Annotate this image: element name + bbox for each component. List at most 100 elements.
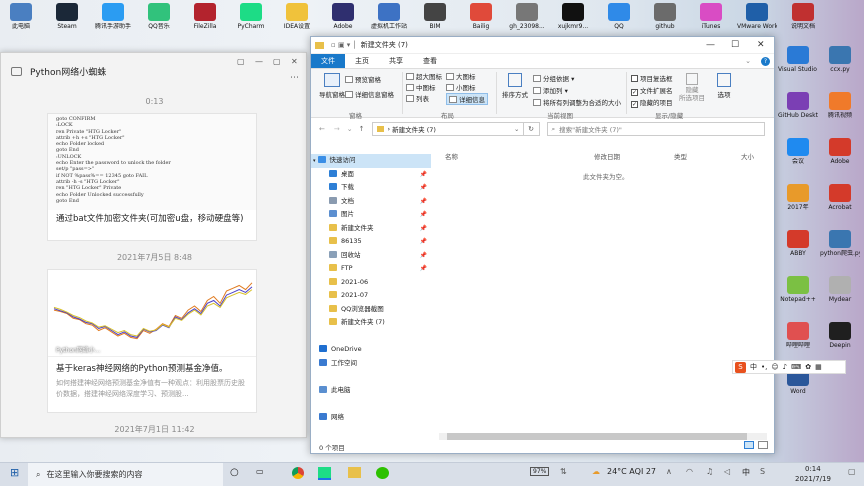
weather-text[interactable]: 24°C AQI 27 <box>607 467 656 476</box>
close-icon[interactable]: ✕ <box>757 40 765 50</box>
back-icon[interactable]: ← <box>319 125 325 133</box>
desktop-icon[interactable]: IDEA设置 <box>277 3 317 30</box>
desktop-icon[interactable]: Adobe <box>323 3 363 30</box>
nav-item[interactable]: 2021-06 <box>311 276 431 290</box>
tab-share[interactable]: 共享 <box>379 54 413 68</box>
desktop-icon[interactable]: 腾讯视频 <box>820 92 860 119</box>
nav-item[interactable]: 下载 📌 <box>311 181 431 195</box>
minimize-icon[interactable]: — <box>255 57 263 66</box>
large-icons-view-icon[interactable] <box>758 441 768 449</box>
windows-start-icon[interactable]: ⊞ <box>10 466 19 479</box>
checkbox-items[interactable]: 项目复选框 <box>631 73 673 83</box>
desktop-icon[interactable]: 腾讯手游助手 <box>93 3 133 30</box>
nav-item[interactable]: 新建文件夹 📌 <box>311 222 431 236</box>
nav-item[interactable]: 网络 <box>311 411 431 425</box>
layout-medium-icons[interactable]: 中图标 <box>406 82 436 92</box>
pycharm-icon[interactable] <box>318 467 331 480</box>
sort-button[interactable]: 排序方式 <box>500 73 530 99</box>
desktop-icon[interactable]: ABBY <box>778 230 818 257</box>
pin-icon[interactable]: ▢ <box>237 57 245 66</box>
details-view-icon[interactable] <box>744 441 754 449</box>
ime-mode[interactable]: 中 <box>750 362 757 372</box>
nav-item[interactable]: 此电脑 <box>311 384 431 398</box>
desktop-icon[interactable]: BIM <box>415 3 455 30</box>
widgets-icon[interactable]: ▭ <box>256 467 264 476</box>
skin-icon[interactable]: ✿ <box>805 363 811 371</box>
desktop-icon[interactable]: Mydear <box>820 276 860 303</box>
desktop-icon[interactable]: Steam <box>47 3 87 30</box>
desktop-icon[interactable]: GitHub Desktop <box>778 92 818 119</box>
column-date[interactable]: 修改日期 <box>594 151 620 161</box>
address-bar[interactable]: › 新建文件夹 (7) ⌄ <box>371 122 524 136</box>
nav-item[interactable]: 图片 📌 <box>311 208 431 222</box>
volume-icon[interactable]: ◁ <box>724 467 730 476</box>
quick-access-toolbar[interactable]: ▫ ▣ ▾ │ <box>331 41 357 49</box>
layout-small-icons[interactable]: 小图标 <box>446 82 476 92</box>
punct-icon[interactable]: •, <box>761 363 767 371</box>
nav-item[interactable]: 桌面 📌 <box>311 168 431 182</box>
recent-icon[interactable]: ⌄ <box>347 125 353 133</box>
desktop-icon[interactable]: 此电脑 <box>1 3 41 30</box>
desktop-icon[interactable]: gh_23098... <box>507 3 547 30</box>
refresh-button[interactable]: ↻ <box>523 122 540 136</box>
layout-xl-icons[interactable]: 超大图标 <box>406 71 442 81</box>
ime-s-icon[interactable]: S <box>760 467 765 476</box>
file-explorer-icon[interactable] <box>348 467 361 478</box>
help-icon[interactable]: ? <box>761 56 770 66</box>
desktop-icon[interactable]: Notepad++ <box>778 276 818 303</box>
nav-item[interactable]: QQ浏览器截图 <box>311 303 431 317</box>
emoji-icon[interactable]: ☺ <box>771 363 778 371</box>
search-input[interactable]: ⌕ 搜索"新建文件夹 (7)" <box>546 122 765 136</box>
up-icon[interactable]: ↑ <box>359 125 365 133</box>
task-view-icon[interactable]: ○ <box>230 467 239 478</box>
search-box[interactable]: ⌕ 在这里输入你要搜索的内容 <box>28 463 223 486</box>
notifications-icon[interactable]: ▢ <box>848 467 856 476</box>
desktop-icon[interactable]: iTunes <box>691 3 731 30</box>
desktop-icon[interactable]: 2017年 <box>778 184 818 211</box>
fit-columns-button[interactable]: 将所有列调整为合适的大小 <box>533 97 621 107</box>
nav-item[interactable]: 工作空间 <box>311 357 431 371</box>
maximize-icon[interactable]: ☐ <box>731 40 739 50</box>
chevron-down-icon[interactable]: ▾ <box>313 158 316 164</box>
more-icon[interactable]: ⋯ <box>290 73 299 83</box>
desktop-icon[interactable]: 哔哩哔哩 <box>778 322 818 349</box>
mic-icon[interactable]: ♪ <box>783 363 787 371</box>
desktop-icon[interactable]: python爬虫.py <box>820 230 860 257</box>
details-pane-button[interactable]: 详细信息窗格 <box>345 89 394 99</box>
maximize-icon[interactable]: ▢ <box>273 57 281 66</box>
add-column-button[interactable]: 添加列 ▾ <box>533 85 568 95</box>
desktop-icon[interactable]: PyCharm <box>231 3 271 30</box>
desktop-icon[interactable]: FileZilla <box>185 3 225 30</box>
nav-item[interactable]: FTP 📌 <box>311 262 431 276</box>
ime-toolbar[interactable]: S 中 •, ☺ ♪ ⌨ ✿ ▦ <box>732 360 846 374</box>
nav-pane-button[interactable]: 导航窗格 <box>317 73 347 99</box>
nav-item[interactable]: 2021-07 <box>311 289 431 303</box>
group-by-button[interactable]: 分组依据 ▾ <box>533 73 574 83</box>
desktop-icon[interactable]: github <box>645 3 685 30</box>
desktop-icon[interactable]: 会议 <box>778 138 818 165</box>
desktop-icon[interactable]: Acrobat <box>820 184 860 211</box>
desktop-icon[interactable]: QQ <box>599 3 639 30</box>
layout-large-icons[interactable]: 大图标 <box>446 71 476 81</box>
clock-date[interactable]: 2021/7/19 <box>795 475 831 483</box>
column-name[interactable]: 名称 <box>445 151 458 161</box>
wechat-icon[interactable] <box>376 467 389 479</box>
wifi-icon[interactable]: ◠ <box>686 467 693 476</box>
desktop-icon[interactable]: Deepin <box>820 322 860 349</box>
chrome-icon[interactable] <box>292 467 304 479</box>
article-card-bat[interactable]: goto CONFIRM:LOCK ren Private "HTG Locker… <box>47 113 257 241</box>
forward-icon[interactable]: → <box>334 125 340 133</box>
menu-icon[interactable]: ▦ <box>815 363 822 371</box>
layout-list[interactable]: 列表 <box>406 93 429 103</box>
nav-item[interactable]: 文档 📌 <box>311 195 431 209</box>
options-button[interactable]: 选项 <box>711 73 737 99</box>
column-size[interactable]: 大小 <box>741 151 754 161</box>
minimize-icon[interactable]: — <box>706 40 715 50</box>
preview-pane-button[interactable]: 预览窗格 <box>345 74 381 84</box>
article-title[interactable]: 基于keras神经网络的Python预测基金净值。 <box>48 357 256 378</box>
path-segment[interactable]: 新建文件夹 (7) <box>392 124 436 134</box>
desktop-icon[interactable]: 虚拟机工作站 <box>369 3 409 30</box>
chat-list-icon[interactable] <box>11 66 22 76</box>
tab-file[interactable]: 文件 <box>311 54 345 68</box>
tab-view[interactable]: 查看 <box>413 54 447 68</box>
